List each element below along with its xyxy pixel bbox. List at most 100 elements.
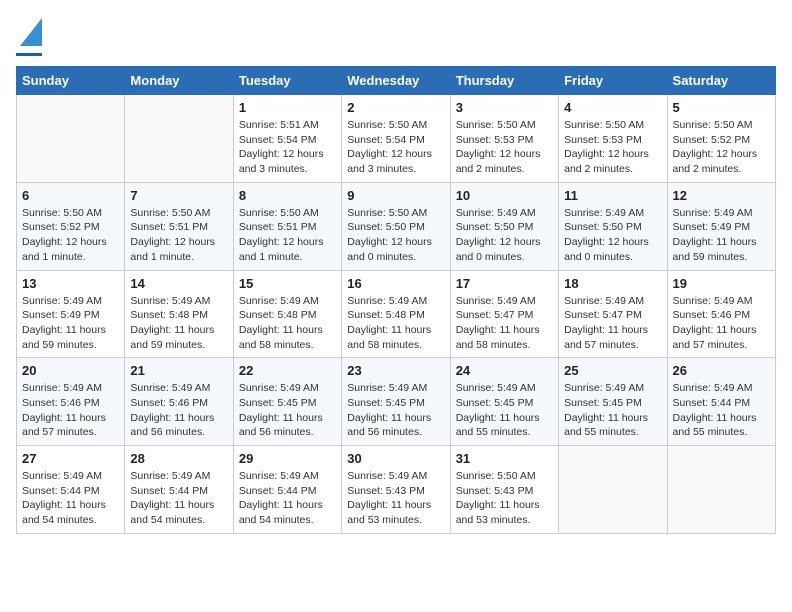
day-info: Sunrise: 5:49 AM Sunset: 5:50 PM Dayligh… bbox=[564, 206, 661, 265]
day-info: Sunrise: 5:49 AM Sunset: 5:50 PM Dayligh… bbox=[456, 206, 553, 265]
day-info: Sunrise: 5:49 AM Sunset: 5:48 PM Dayligh… bbox=[130, 294, 227, 353]
page-header bbox=[16, 16, 776, 56]
day-number: 22 bbox=[239, 363, 336, 378]
calendar-table: SundayMondayTuesdayWednesdayThursdayFrid… bbox=[16, 66, 776, 534]
day-info: Sunrise: 5:49 AM Sunset: 5:48 PM Dayligh… bbox=[239, 294, 336, 353]
day-number: 5 bbox=[673, 100, 770, 115]
day-info: Sunrise: 5:50 AM Sunset: 5:54 PM Dayligh… bbox=[347, 118, 444, 177]
day-cell-2: 2 Sunrise: 5:50 AM Sunset: 5:54 PM Daylig… bbox=[342, 95, 450, 183]
day-number: 14 bbox=[130, 276, 227, 291]
day-number: 24 bbox=[456, 363, 553, 378]
col-header-thursday: Thursday bbox=[450, 67, 558, 95]
day-cell-13: 13 Sunrise: 5:49 AM Sunset: 5:49 PM Dayli… bbox=[17, 270, 125, 358]
day-number: 11 bbox=[564, 188, 661, 203]
day-info: Sunrise: 5:49 AM Sunset: 5:47 PM Dayligh… bbox=[564, 294, 661, 353]
day-cell-5: 5 Sunrise: 5:50 AM Sunset: 5:52 PM Daylig… bbox=[667, 95, 775, 183]
week-row-4: 20 Sunrise: 5:49 AM Sunset: 5:46 PM Dayli… bbox=[17, 358, 776, 446]
day-number: 8 bbox=[239, 188, 336, 203]
day-info: Sunrise: 5:50 AM Sunset: 5:51 PM Dayligh… bbox=[239, 206, 336, 265]
day-info: Sunrise: 5:49 AM Sunset: 5:44 PM Dayligh… bbox=[130, 469, 227, 528]
col-header-tuesday: Tuesday bbox=[233, 67, 341, 95]
week-row-2: 6Sunrise: 5:50 AM Sunset: 5:52 PM Daylig… bbox=[17, 182, 776, 270]
day-number: 4 bbox=[564, 100, 661, 115]
week-row-1: 1 Sunrise: 5:51 AM Sunset: 5:54 PM Daylig… bbox=[17, 95, 776, 183]
day-cell-26: 26 Sunrise: 5:49 AM Sunset: 5:44 PM Dayli… bbox=[667, 358, 775, 446]
day-cell-21: 21 Sunrise: 5:49 AM Sunset: 5:46 PM Dayli… bbox=[125, 358, 233, 446]
day-number: 18 bbox=[564, 276, 661, 291]
day-number: 29 bbox=[239, 451, 336, 466]
day-cell-7: 7 Sunrise: 5:50 AM Sunset: 5:51 PM Daylig… bbox=[125, 182, 233, 270]
day-number: 9 bbox=[347, 188, 444, 203]
day-cell-18: 18 Sunrise: 5:49 AM Sunset: 5:47 PM Dayli… bbox=[559, 270, 667, 358]
day-info: Sunrise: 5:49 AM Sunset: 5:49 PM Dayligh… bbox=[673, 206, 770, 265]
day-number: 13 bbox=[22, 276, 119, 291]
day-number: 26 bbox=[673, 363, 770, 378]
day-cell-12: 12 Sunrise: 5:49 AM Sunset: 5:49 PM Dayli… bbox=[667, 182, 775, 270]
day-info: Sunrise: 5:49 AM Sunset: 5:45 PM Dayligh… bbox=[564, 381, 661, 440]
day-number: 2 bbox=[347, 100, 444, 115]
day-cell-6: 6Sunrise: 5:50 AM Sunset: 5:52 PM Daylig… bbox=[17, 182, 125, 270]
empty-cell bbox=[559, 446, 667, 534]
day-number: 16 bbox=[347, 276, 444, 291]
col-header-saturday: Saturday bbox=[667, 67, 775, 95]
day-info: Sunrise: 5:49 AM Sunset: 5:45 PM Dayligh… bbox=[347, 381, 444, 440]
col-header-sunday: Sunday bbox=[17, 67, 125, 95]
day-cell-27: 27Sunrise: 5:49 AM Sunset: 5:44 PM Dayli… bbox=[17, 446, 125, 534]
day-cell-19: 19 Sunrise: 5:49 AM Sunset: 5:46 PM Dayli… bbox=[667, 270, 775, 358]
empty-cell bbox=[667, 446, 775, 534]
day-number: 30 bbox=[347, 451, 444, 466]
day-info: Sunrise: 5:51 AM Sunset: 5:54 PM Dayligh… bbox=[239, 118, 336, 177]
day-cell-23: 23 Sunrise: 5:49 AM Sunset: 5:45 PM Dayli… bbox=[342, 358, 450, 446]
day-number: 3 bbox=[456, 100, 553, 115]
day-info: Sunrise: 5:49 AM Sunset: 5:45 PM Dayligh… bbox=[456, 381, 553, 440]
day-number: 23 bbox=[347, 363, 444, 378]
day-info: Sunrise: 5:49 AM Sunset: 5:43 PM Dayligh… bbox=[347, 469, 444, 528]
day-info: Sunrise: 5:50 AM Sunset: 5:53 PM Dayligh… bbox=[564, 118, 661, 177]
day-cell-15: 15Sunrise: 5:49 AM Sunset: 5:48 PM Dayli… bbox=[233, 270, 341, 358]
day-number: 6 bbox=[22, 188, 119, 203]
day-info: Sunrise: 5:50 AM Sunset: 5:52 PM Dayligh… bbox=[673, 118, 770, 177]
header-row: SundayMondayTuesdayWednesdayThursdayFrid… bbox=[17, 67, 776, 95]
day-number: 25 bbox=[564, 363, 661, 378]
day-number: 19 bbox=[673, 276, 770, 291]
col-header-friday: Friday bbox=[559, 67, 667, 95]
day-cell-24: 24 Sunrise: 5:49 AM Sunset: 5:45 PM Dayli… bbox=[450, 358, 558, 446]
day-number: 7 bbox=[130, 188, 227, 203]
day-info: Sunrise: 5:49 AM Sunset: 5:46 PM Dayligh… bbox=[673, 294, 770, 353]
day-info: Sunrise: 5:49 AM Sunset: 5:48 PM Dayligh… bbox=[347, 294, 444, 353]
day-info: Sunrise: 5:49 AM Sunset: 5:44 PM Dayligh… bbox=[673, 381, 770, 440]
day-info: Sunrise: 5:49 AM Sunset: 5:47 PM Dayligh… bbox=[456, 294, 553, 353]
day-cell-14: 14 Sunrise: 5:49 AM Sunset: 5:48 PM Dayli… bbox=[125, 270, 233, 358]
day-number: 31 bbox=[456, 451, 553, 466]
week-row-3: 13 Sunrise: 5:49 AM Sunset: 5:49 PM Dayli… bbox=[17, 270, 776, 358]
day-cell-10: 10 Sunrise: 5:49 AM Sunset: 5:50 PM Dayli… bbox=[450, 182, 558, 270]
logo-icon bbox=[20, 18, 42, 51]
day-number: 17 bbox=[456, 276, 553, 291]
day-cell-11: 11 Sunrise: 5:49 AM Sunset: 5:50 PM Dayli… bbox=[559, 182, 667, 270]
day-cell-1: 1 Sunrise: 5:51 AM Sunset: 5:54 PM Daylig… bbox=[233, 95, 341, 183]
day-number: 20 bbox=[22, 363, 119, 378]
day-cell-4: 4 Sunrise: 5:50 AM Sunset: 5:53 PM Daylig… bbox=[559, 95, 667, 183]
day-cell-25: 25 Sunrise: 5:49 AM Sunset: 5:45 PM Dayli… bbox=[559, 358, 667, 446]
day-cell-17: 17 Sunrise: 5:49 AM Sunset: 5:47 PM Dayli… bbox=[450, 270, 558, 358]
day-number: 10 bbox=[456, 188, 553, 203]
day-number: 27 bbox=[22, 451, 119, 466]
day-info: Sunrise: 5:49 AM Sunset: 5:44 PM Dayligh… bbox=[239, 469, 336, 528]
day-cell-28: 28Sunrise: 5:49 AM Sunset: 5:44 PM Dayli… bbox=[125, 446, 233, 534]
day-cell-22: 22Sunrise: 5:49 AM Sunset: 5:45 PM Dayli… bbox=[233, 358, 341, 446]
day-info: Sunrise: 5:49 AM Sunset: 5:46 PM Dayligh… bbox=[22, 381, 119, 440]
empty-cell bbox=[17, 95, 125, 183]
day-number: 1 bbox=[239, 100, 336, 115]
col-header-monday: Monday bbox=[125, 67, 233, 95]
day-number: 21 bbox=[130, 363, 227, 378]
day-cell-30: 30 Sunrise: 5:49 AM Sunset: 5:43 PM Dayli… bbox=[342, 446, 450, 534]
day-cell-3: 3Sunrise: 5:50 AM Sunset: 5:53 PM Daylig… bbox=[450, 95, 558, 183]
day-info: Sunrise: 5:50 AM Sunset: 5:51 PM Dayligh… bbox=[130, 206, 227, 265]
day-cell-29: 29 Sunrise: 5:49 AM Sunset: 5:44 PM Dayli… bbox=[233, 446, 341, 534]
day-info: Sunrise: 5:49 AM Sunset: 5:46 PM Dayligh… bbox=[130, 381, 227, 440]
day-cell-20: 20 Sunrise: 5:49 AM Sunset: 5:46 PM Dayli… bbox=[17, 358, 125, 446]
empty-cell bbox=[125, 95, 233, 183]
day-info: Sunrise: 5:49 AM Sunset: 5:49 PM Dayligh… bbox=[22, 294, 119, 353]
day-number: 12 bbox=[673, 188, 770, 203]
logo bbox=[16, 16, 42, 56]
